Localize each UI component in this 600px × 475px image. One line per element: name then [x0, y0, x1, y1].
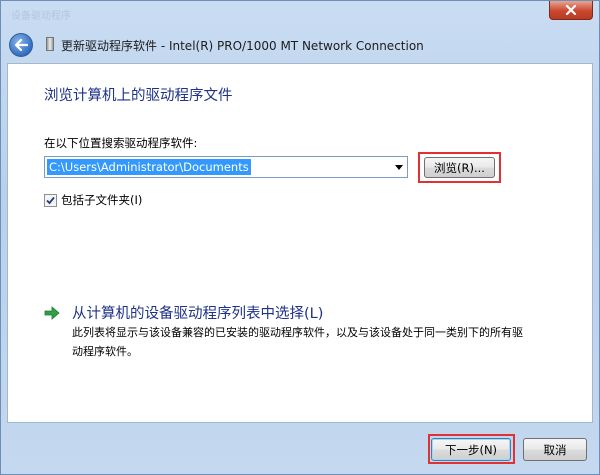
next-button[interactable]: 下一步(N) [431, 438, 511, 461]
search-location-label: 在以下位置搜索驱动程序软件: [44, 136, 198, 150]
dialog-title: 更新驱动程序软件 - Intel(R) PRO/1000 MT Network … [61, 39, 424, 53]
checkmark-icon [46, 196, 55, 204]
cancel-button[interactable]: 取消 [523, 438, 587, 461]
back-arrow-icon [14, 39, 28, 51]
device-icon [46, 37, 54, 51]
page-title: 浏览计算机上的驱动程序文件 [44, 88, 233, 104]
pick-from-list-link[interactable]: 从计算机的设备驱动程序列表中选择(L) [72, 302, 323, 323]
include-subfolders-checkbox[interactable] [44, 193, 57, 207]
chevron-down-icon[interactable] [395, 165, 403, 170]
search-path-combobox[interactable]: C:\Users\Administrator\Documents [44, 156, 408, 178]
close-button[interactable] [549, 1, 593, 20]
include-subfolders-option[interactable]: 包括子文件夹(I) [44, 192, 142, 208]
include-subfolders-label[interactable]: 包括子文件夹(I) [61, 192, 142, 208]
search-path-value[interactable]: C:\Users\Administrator\Documents [47, 159, 251, 175]
content-panel: 浏览计算机上的驱动程序文件 在以下位置搜索驱动程序软件: C:\Users\Ad… [7, 63, 593, 423]
browse-button[interactable]: 浏览(R)... [424, 157, 495, 178]
dialog-header: 更新驱动程序软件 - Intel(R) PRO/1000 MT Network … [1, 31, 599, 59]
title-bar: 设备驱动程序 [1, 1, 599, 27]
pick-from-list-description: 此列表将显示与该设备兼容的已安装的驱动程序软件，以及与该设备处于同一类别下的所有… [72, 326, 523, 358]
dialog-window: 设备驱动程序 更新驱动程序软件 - Intel(R) PRO/1000 MT N… [0, 0, 600, 475]
back-button[interactable] [9, 33, 33, 57]
green-arrow-icon [44, 306, 60, 320]
close-icon [565, 5, 577, 15]
window-faded-title: 设备驱动程序 [11, 11, 71, 22]
